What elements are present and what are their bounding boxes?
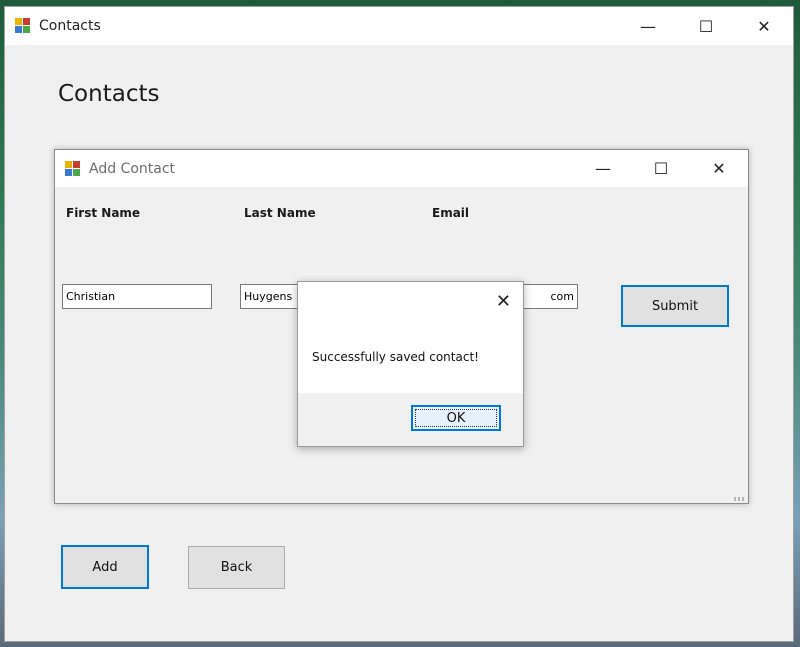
minimize-icon: — xyxy=(595,159,611,178)
page-title: Contacts xyxy=(58,81,160,107)
ok-button[interactable]: OK xyxy=(411,405,501,431)
first-name-field[interactable]: Christian xyxy=(62,284,212,309)
last-name-label: Last Name xyxy=(244,206,316,220)
title-bar[interactable]: Contacts — ☐ ✕ xyxy=(5,7,793,45)
dialog-message: Successfully saved contact! xyxy=(312,350,479,364)
add-button[interactable]: Add xyxy=(61,545,149,589)
maximize-icon: ☐ xyxy=(698,16,714,36)
submit-button[interactable]: Submit xyxy=(621,285,729,327)
add-contact-title: Add Contact xyxy=(89,160,176,177)
first-name-label: First Name xyxy=(66,206,141,220)
email-label: Email xyxy=(432,206,470,220)
app-icon xyxy=(65,160,81,177)
back-button[interactable]: Back xyxy=(188,546,285,589)
maximize-button[interactable]: ☐ xyxy=(677,7,735,45)
close-icon: ✕ xyxy=(757,16,771,36)
close-icon: ✕ xyxy=(495,291,511,312)
dialog-footer: OK xyxy=(298,393,523,446)
app-icon xyxy=(15,18,31,34)
close-button[interactable]: ✕ xyxy=(735,7,793,45)
message-dialog: ✕ Successfully saved contact! OK xyxy=(297,281,524,447)
maximize-button[interactable]: ☐ xyxy=(632,150,690,187)
close-icon: ✕ xyxy=(712,159,726,178)
minimize-icon: — xyxy=(640,16,656,36)
resize-grip[interactable] xyxy=(734,497,746,501)
close-button[interactable]: ✕ xyxy=(690,150,748,187)
window-title: Contacts xyxy=(39,18,101,34)
minimize-button[interactable]: — xyxy=(574,150,632,187)
minimize-button[interactable]: — xyxy=(619,7,677,45)
maximize-icon: ☐ xyxy=(653,159,669,178)
dialog-close-button[interactable]: ✕ xyxy=(496,291,511,312)
add-contact-title-bar[interactable]: Add Contact — ☐ ✕ xyxy=(55,150,748,187)
